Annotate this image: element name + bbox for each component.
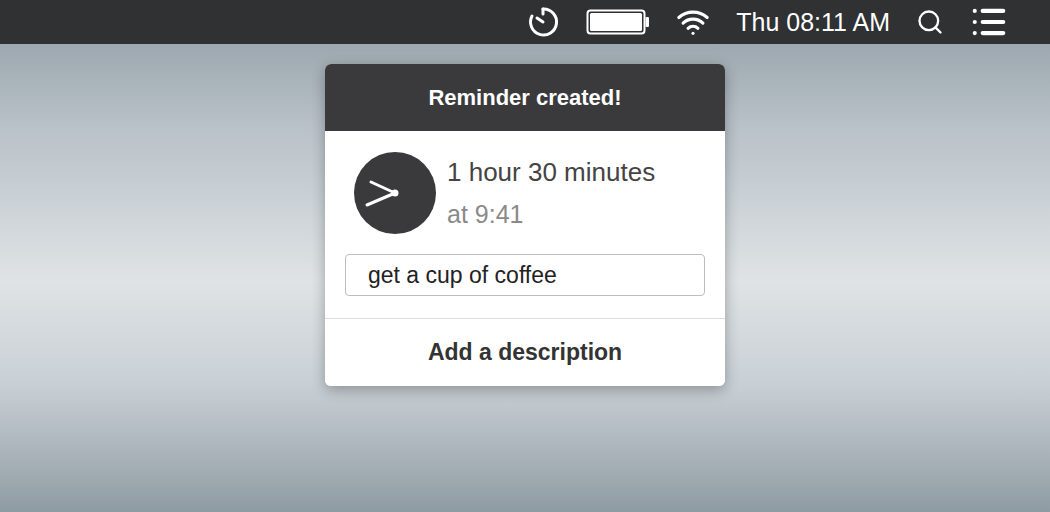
menu-bar: Thu 08:11 AM	[0, 0, 1050, 44]
add-description-button[interactable]: Add a description	[325, 319, 725, 386]
reminder-input[interactable]	[345, 254, 705, 296]
desktop: Thu 08:11 AM Reminder created! 1 hour 30 m…	[0, 0, 1050, 512]
clock-icon	[354, 152, 436, 234]
timer-icon[interactable]	[526, 5, 560, 39]
time-text: at 9:41	[447, 199, 655, 230]
search-icon[interactable]	[916, 8, 944, 36]
reminder-info: 1 hour 30 minutes at 9:41	[325, 131, 725, 234]
menu-clock[interactable]: Thu 08:11 AM	[736, 10, 890, 35]
list-icon[interactable]	[970, 3, 1008, 41]
popup-header: Reminder created!	[325, 64, 725, 131]
battery-icon[interactable]	[586, 9, 650, 35]
duration-text: 1 hour 30 minutes	[447, 156, 655, 189]
popup-title: Reminder created!	[428, 81, 621, 114]
wifi-icon[interactable]	[676, 5, 710, 39]
reminder-popup: Reminder created! 1 hour 30 minutes at 9:4…	[325, 64, 725, 386]
